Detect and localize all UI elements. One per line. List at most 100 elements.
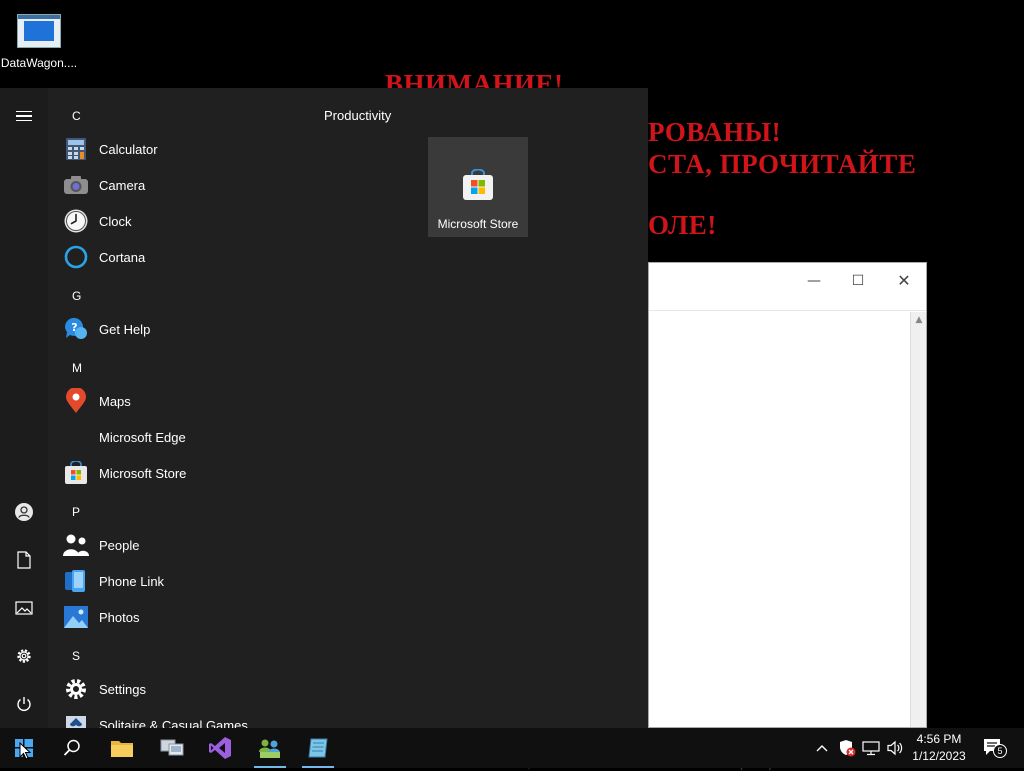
window-titlebar[interactable]: — ☐ ✕ — [649, 263, 926, 311]
search-button[interactable] — [48, 728, 96, 768]
app-name: Solitaire & Casual Games — [99, 717, 248, 729]
scroll-up-arrow[interactable]: ▲ — [911, 312, 927, 328]
store-icon — [63, 460, 89, 486]
minimize-button[interactable]: — — [799, 269, 829, 293]
microsoft-store-tile[interactable]: Microsoft Store — [428, 137, 528, 237]
people-icon — [63, 532, 89, 558]
users-app-button[interactable] — [246, 728, 294, 768]
app-microsoft-edge[interactable]: Microsoft Edge — [60, 419, 300, 455]
app-clock[interactable]: Clock — [60, 203, 300, 239]
show-hidden-icons-button[interactable] — [812, 728, 832, 768]
volume-tray-button[interactable] — [884, 728, 906, 768]
security-tray-button[interactable] — [836, 728, 858, 768]
section-header-s[interactable]: S — [72, 649, 80, 663]
settings-icon — [63, 676, 89, 702]
clock-date: 1/12/2023 — [912, 749, 966, 763]
hamburger-icon — [16, 108, 32, 125]
notepad-icon — [308, 738, 328, 758]
visual-studio-button[interactable] — [196, 728, 244, 768]
app-settings[interactable]: Settings — [60, 671, 300, 707]
vertical-scrollbar[interactable]: ▲ — [910, 312, 926, 727]
security-warning-icon — [840, 740, 856, 757]
section-header-p[interactable]: P — [72, 505, 80, 519]
phone-link-icon — [63, 568, 89, 594]
app-name: Calculator — [99, 141, 158, 157]
start-menu: C Calculator Camera Clock Cortana G ? Ge… — [0, 88, 648, 728]
app-name: Clock — [99, 213, 132, 229]
section-header-g[interactable]: G — [72, 289, 81, 303]
start-button[interactable] — [0, 728, 48, 768]
app-maps[interactable]: Maps — [60, 383, 300, 419]
app-list[interactable]: C Calculator Camera Clock Cortana G ? Ge… — [48, 88, 308, 728]
app-name: Cortana — [99, 249, 146, 265]
app-name: Phone Link — [99, 573, 165, 589]
clock-time: 4:56 PM — [916, 732, 962, 746]
network-computers-icon — [160, 739, 184, 756]
section-header-c[interactable]: C — [72, 109, 81, 123]
app-name: Microsoft Store — [99, 465, 187, 481]
app-camera[interactable]: Camera — [60, 167, 300, 203]
app-phone-link[interactable]: Phone Link — [60, 563, 300, 599]
expand-menu-button[interactable] — [0, 94, 48, 138]
app-name: Maps — [99, 393, 131, 409]
start-menu-rail — [0, 88, 48, 728]
taskbar: 4:56 PM 1/12/2023 5 — [0, 728, 1024, 768]
maximize-button[interactable]: ☐ — [843, 269, 873, 293]
app-solitaire[interactable]: Solitaire & Casual Games — [60, 707, 300, 728]
gear-icon — [17, 649, 31, 663]
cortana-icon — [63, 244, 89, 270]
tile-label: Microsoft Store — [437, 217, 519, 231]
app-icon-placeholder — [63, 424, 89, 450]
camera-icon — [63, 172, 89, 198]
tiles-pane: Productivity Microsoft Store — [310, 88, 648, 728]
datawagon-desktop-shortcut[interactable]: DataWagon.... — [0, 10, 78, 70]
app-name: Photos — [99, 609, 140, 625]
picture-icon — [15, 601, 33, 615]
app-cortana[interactable]: Cortana — [60, 239, 300, 275]
solitaire-icon — [63, 712, 89, 728]
app-microsoft-store[interactable]: Microsoft Store — [60, 455, 300, 491]
notepad-window[interactable]: — ☐ ✕ ▲ — [648, 262, 927, 728]
speaker-icon — [887, 740, 903, 756]
app-calculator[interactable]: Calculator — [60, 131, 300, 167]
account-button[interactable] — [0, 490, 48, 534]
section-header-m[interactable]: M — [72, 361, 82, 375]
tile-group-title[interactable]: Productivity — [324, 108, 391, 123]
app-photos[interactable]: Photos — [60, 599, 300, 635]
pictures-button[interactable] — [0, 586, 48, 630]
users-group-icon — [259, 739, 280, 758]
close-button[interactable]: ✕ — [889, 269, 919, 293]
network-tray-button[interactable] — [860, 728, 882, 768]
visual-studio-icon — [209, 737, 231, 759]
app-name: Microsoft Edge — [99, 429, 186, 445]
app-name: Settings — [99, 681, 146, 697]
store-icon — [462, 168, 494, 201]
app-get-help[interactable]: ? Get Help — [60, 311, 300, 347]
get-help-icon: ? — [63, 316, 89, 342]
documents-button[interactable] — [0, 538, 48, 582]
action-center-button[interactable]: 5 — [978, 728, 1010, 768]
file-explorer-button[interactable] — [98, 728, 146, 768]
network-app-button[interactable] — [148, 728, 196, 768]
app-people[interactable]: People — [60, 527, 300, 563]
notepad-taskbar-button[interactable] — [294, 728, 342, 768]
ransom-line-3: ОЛЕ! — [648, 210, 717, 240]
application-window-icon — [17, 14, 61, 48]
power-icon — [17, 697, 31, 711]
maps-icon — [63, 388, 89, 414]
chevron-up-icon — [816, 745, 828, 752]
app-name: Camera — [99, 177, 146, 193]
settings-button[interactable] — [0, 634, 48, 678]
clock-icon — [63, 208, 89, 234]
app-name: People — [99, 537, 140, 553]
desktop: DataWagon.... ВНИМАНИЕ! РОВАНЫ! СТА, ПРО… — [0, 0, 1024, 728]
document-icon — [17, 551, 31, 569]
calculator-icon — [63, 136, 89, 162]
search-icon — [63, 739, 80, 756]
ransom-line-1: РОВАНЫ! — [648, 117, 782, 147]
power-button[interactable] — [0, 682, 48, 726]
ransom-line-2: СТА, ПРОЧИТАЙТЕ — [648, 149, 917, 179]
folder-icon — [111, 741, 133, 757]
taskbar-clock[interactable]: 4:56 PM 1/12/2023 — [906, 731, 972, 765]
mouse-cursor-icon — [19, 742, 31, 760]
